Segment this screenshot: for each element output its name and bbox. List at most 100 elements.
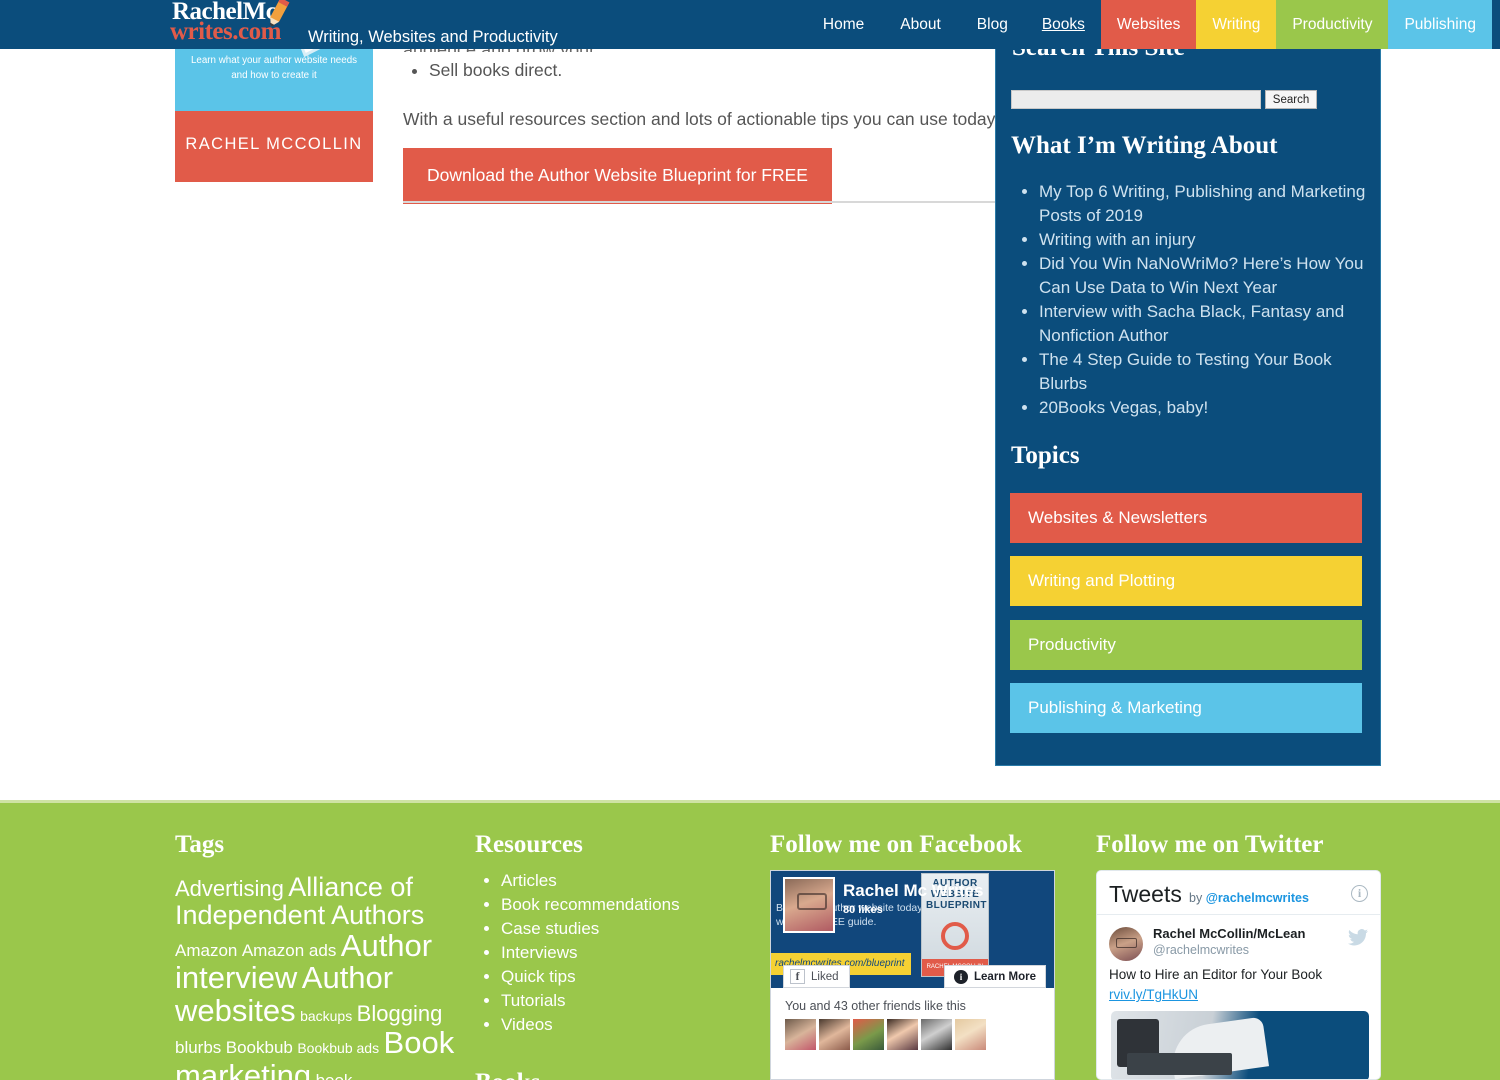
facebook-friend-avatars [785,1019,986,1050]
twitter-byline: by @rachelmcwrites [1189,891,1309,905]
globe-icon [941,922,969,950]
avatar [955,1019,986,1050]
resource-link[interactable]: Book recommendations [501,895,680,914]
topic-publishing-marketing[interactable]: Publishing & Marketing [1010,683,1362,733]
list-item[interactable]: Did You Win NaNoWriMo? Here’s How You Ca… [1039,252,1366,300]
tag-link[interactable]: blurbs [175,1038,221,1057]
facebook-learn-more-button[interactable]: i Learn More [944,965,1046,988]
tags-heading: Tags [175,831,225,858]
list-item[interactable]: Interviews [501,941,765,965]
nav-item-home[interactable]: Home [805,0,882,49]
topics-heading: Topics [1011,442,1080,469]
intro-paragraph: With a useful resources section and lots… [403,109,999,129]
list-item[interactable]: Quick tips [501,965,765,989]
avatar [785,1019,816,1050]
facebook-liked-button[interactable]: f Liked [783,965,850,988]
list-item[interactable]: Articles [501,869,765,893]
twitter-timeline-widget[interactable]: Tweets by @rachelmcwrites i Rachel McCol… [1096,870,1381,1080]
tag-link[interactable]: Bookbub [226,1038,293,1057]
site-logo[interactable]: RachelMc writes.com [170,0,302,44]
twitter-bird-icon [1348,929,1368,951]
tag-link[interactable]: Blogging [357,1001,443,1026]
post-link[interactable]: My Top 6 Writing, Publishing and Marketi… [1039,182,1365,225]
post-link[interactable]: 20Books Vegas, baby! [1039,398,1208,417]
tweet-author-handle[interactable]: @rachelmcwrites [1153,943,1249,957]
list-item[interactable]: The 4 Step Guide to Testing Your Book Bl… [1039,348,1366,396]
list-item[interactable]: 20Books Vegas, baby! [1039,396,1366,420]
resources-list: Articles Book recommendations Case studi… [475,869,765,1037]
facebook-page-avatar [783,877,835,933]
books-heading: Books [475,1068,540,1080]
book-cover-author: RACHEL MCCOLLIN [185,135,363,153]
facebook-heading: Follow me on Facebook [770,831,1023,858]
search-input[interactable] [1011,90,1261,109]
list-item[interactable]: Book recommendations [501,893,765,917]
facebook-liked-label: Liked [811,970,839,983]
avatar [921,1019,952,1050]
post-link[interactable]: The 4 Step Guide to Testing Your Book Bl… [1039,350,1332,393]
list-item: Sell books direct. [429,58,975,82]
resource-link[interactable]: Tutorials [501,991,566,1010]
nav-item-about[interactable]: About [882,0,959,49]
post-link[interactable]: Writing with an injury [1039,230,1196,249]
tag-link[interactable]: Bookbub ads [297,1040,379,1056]
search-form: Search [1011,90,1317,109]
twitter-heading: Follow me on Twitter [1096,831,1324,858]
resource-link[interactable]: Interviews [501,943,578,962]
book-cover-subtitle: Learn what your author website needs and… [190,55,358,81]
keyboard-shape [1127,1053,1232,1075]
facebook-learn-more-label: Learn More [974,970,1036,983]
search-button[interactable]: Search [1265,90,1317,109]
facebook-friends-text: You and 43 other friends like this [785,999,966,1013]
tweet-link[interactable]: rviv.ly/TgHkUN [1109,987,1198,1002]
post-link[interactable]: Interview with Sacha Black, Fantasy and … [1039,302,1344,345]
twitter-handle-link[interactable]: @rachelmcwrites [1206,891,1309,905]
tag-link[interactable]: Amazon ads [242,941,337,960]
avatar [1109,927,1143,961]
facebook-page-widget[interactable]: Build your author website today with thi… [770,870,1055,1080]
download-blueprint-button[interactable]: Download the Author Website Blueprint fo… [403,148,832,204]
tag-link[interactable]: backups [300,1008,352,1024]
nav-item-websites[interactable]: Websites [1100,0,1197,49]
nav-item-blog[interactable]: Blog [959,0,1026,49]
site-header: RachelMc writes.com Writing, Websites an… [0,0,1500,49]
avatar [819,1019,850,1050]
topic-websites-newsletters[interactable]: Websites & Newsletters [1010,493,1362,543]
twitter-title: Tweets [1109,881,1182,907]
facebook-like-count: 80 likes [843,904,883,916]
list-item[interactable]: Tutorials [501,989,765,1013]
resource-link[interactable]: Articles [501,871,557,890]
topic-writing-plotting[interactable]: Writing and Plotting [1010,556,1362,606]
tag-link[interactable]: Advertising [175,876,284,901]
resource-link[interactable]: Quick tips [501,967,576,986]
recent-posts-list: My Top 6 Writing, Publishing and Marketi… [1011,180,1366,420]
nav-item-books[interactable]: Books [1026,0,1101,49]
feature-bullet-list: Sell books direct. [403,58,975,82]
list-item[interactable]: Writing with an injury [1039,228,1366,252]
nav-item-productivity[interactable]: Productivity [1276,0,1389,49]
twitter-by-label: by [1189,891,1203,905]
resource-link[interactable]: Case studies [501,919,599,938]
tweet-text: How to Hire an Editor for Your Book [1109,967,1323,982]
facebook-page-name: Rachel Mc Writes [843,881,984,900]
list-item[interactable]: Interview with Sacha Black, Fantasy and … [1039,300,1366,348]
book-cover-band: RACHEL MCCOLLIN [175,111,373,182]
facebook-logo-icon: f [790,969,805,984]
nav-item-publishing[interactable]: Publishing [1388,0,1492,49]
resource-link[interactable]: Videos [501,1015,553,1034]
list-item[interactable]: Videos [501,1013,765,1037]
writing-about-heading: What I’m Writing About [1011,132,1278,159]
topic-productivity[interactable]: Productivity [1010,620,1362,670]
tweet-media-image [1111,1011,1369,1079]
tag-link[interactable]: Amazon [175,941,237,960]
list-item[interactable]: My Top 6 Writing, Publishing and Marketi… [1039,180,1366,228]
twitter-widget-header: Tweets by @rachelmcwrites i [1097,871,1380,915]
info-icon[interactable]: i [1351,885,1368,902]
tweet-author-name[interactable]: Rachel McCollin/McLean [1153,926,1305,941]
facebook-cover-photo: Build your author website today with thi… [771,871,1054,988]
avatar [853,1019,884,1050]
post-link[interactable]: Did You Win NaNoWriMo? Here’s How You Ca… [1039,254,1363,297]
avatar [887,1019,918,1050]
list-item[interactable]: Case studies [501,917,765,941]
nav-item-writing[interactable]: Writing [1196,0,1277,49]
